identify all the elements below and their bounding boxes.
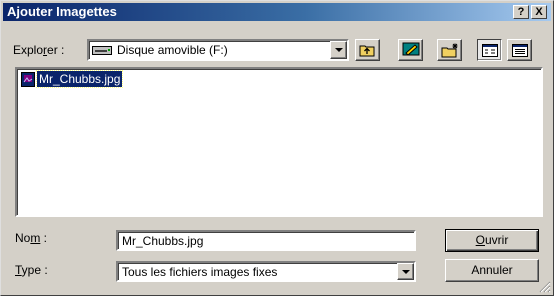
desktop-icon: [402, 42, 420, 58]
new-folder-icon: [441, 43, 459, 58]
type-label-accel: T: [15, 263, 22, 277]
look-in-dropdown-button[interactable]: [330, 41, 347, 59]
desktop-button[interactable]: [398, 39, 423, 61]
file-list[interactable]: Mr_Chubbs.jpg: [15, 67, 543, 217]
name-label-a: No: [15, 231, 31, 245]
look-in-combo[interactable]: Disque amovible (F:): [87, 39, 349, 61]
type-label: Type :: [15, 263, 48, 277]
look-in-label-b: er :: [47, 43, 65, 57]
open-button-accel: O: [475, 233, 485, 247]
close-button[interactable]: X: [531, 5, 547, 19]
look-in-value: Disque amovible (F:): [117, 43, 228, 57]
file-type-combo[interactable]: Tous les fichiers images fixes: [116, 261, 416, 282]
type-label-b: ype :: [21, 263, 48, 277]
help-icon: ?: [517, 6, 525, 18]
file-type-dropdown-button[interactable]: [397, 263, 414, 280]
new-folder-button[interactable]: [437, 39, 462, 61]
look-in-label: Explorer :: [13, 43, 64, 57]
cancel-button-label: Annuler: [471, 263, 513, 277]
file-name-input[interactable]: Mr_Chubbs.jpg: [116, 230, 416, 251]
file-type-value: Tous les fichiers images fixes: [122, 265, 278, 279]
open-button[interactable]: Ouvrir: [445, 229, 539, 252]
list-view-icon: [482, 44, 498, 57]
up-folder-button[interactable]: [355, 39, 380, 61]
name-label: Nom :: [15, 231, 47, 245]
up-folder-icon: [359, 43, 376, 57]
look-in-label-a: Explo: [13, 43, 44, 57]
file-name-input-value: Mr_Chubbs.jpg: [122, 234, 204, 248]
resize-grip-icon[interactable]: [539, 281, 551, 293]
name-label-b: :: [40, 231, 48, 245]
name-label-accel: m: [30, 231, 41, 245]
open-button-label: uvrir: [485, 233, 509, 247]
open-file-dialog: Ajouter Imagettes ? X Explorer : Disque …: [0, 0, 554, 296]
file-name: Mr_Chubbs.jpg: [35, 70, 124, 88]
list-view-button[interactable]: [477, 39, 502, 61]
details-view-icon: [512, 44, 528, 57]
jpg-file-icon: [21, 72, 35, 87]
cancel-button[interactable]: Annuler: [445, 259, 539, 282]
help-button[interactable]: ?: [513, 5, 529, 19]
dialog-title: Ajouter Imagettes: [7, 4, 117, 19]
drive-icon: [92, 45, 112, 56]
details-view-button[interactable]: [507, 39, 532, 61]
close-icon: X: [535, 6, 543, 18]
title-bar[interactable]: Ajouter Imagettes ? X: [3, 3, 551, 21]
